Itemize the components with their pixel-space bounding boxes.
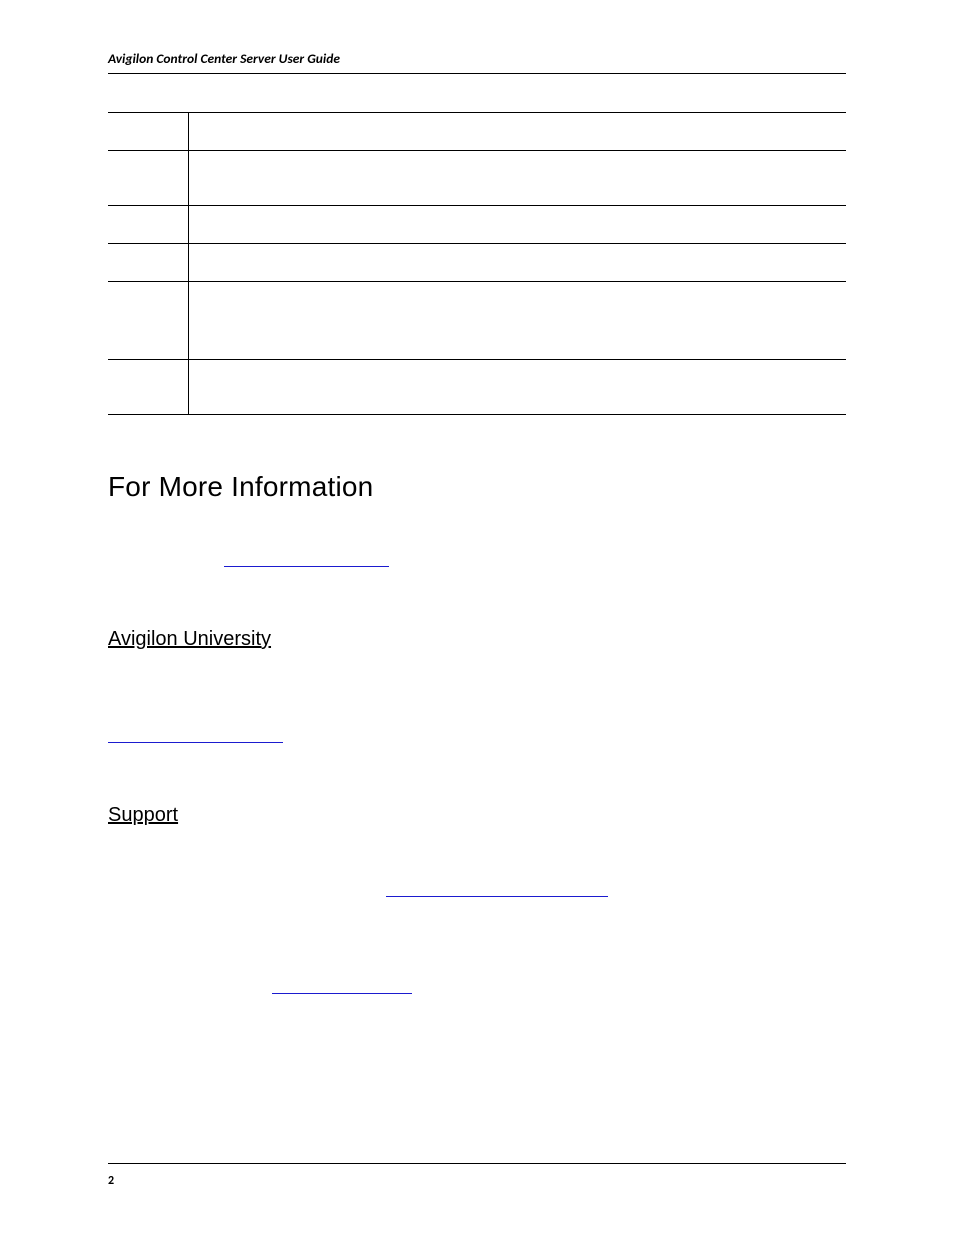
support-center-link[interactable] [272,993,412,994]
table-row [108,244,846,282]
feature-name-cell [188,282,516,360]
link-row [108,883,846,902]
table-row [108,151,846,206]
feature-desc-cell [516,244,846,282]
partner-portal-link[interactable] [108,742,283,743]
icon-cell [108,113,188,151]
feature-name-cell [188,360,516,415]
feature-desc-cell [516,282,846,360]
feature-desc-cell [516,206,846,244]
table-row [108,360,846,415]
feature-name-cell [188,244,516,282]
icon-cell [108,206,188,244]
table-row [108,206,846,244]
table-row [108,282,846,360]
page-number: 2 [108,1174,114,1188]
heading-avigilon-university: Avigilon University [108,628,846,651]
feature-desc-cell [516,113,846,151]
feature-name-cell [188,206,516,244]
support-contact-link[interactable] [386,896,608,897]
heading-support: Support [108,804,846,827]
feature-table [108,112,846,415]
icon-cell [108,282,188,360]
heading-for-more-information: For More Information [108,471,846,503]
feature-name-cell [188,151,516,206]
avigilon-link[interactable] [224,566,389,567]
running-header: Avigilon Control Center Server User Guid… [108,50,846,74]
feature-desc-cell [516,151,846,206]
link-row [108,729,846,748]
icon-cell [108,360,188,415]
feature-desc-cell [516,360,846,415]
table-row [108,113,846,151]
link-row [108,553,846,572]
icon-cell [108,151,188,206]
feature-name-cell [188,113,516,151]
page: Avigilon Control Center Server User Guid… [0,0,954,1235]
link-row [108,980,846,999]
icon-cell [108,244,188,282]
page-footer: 2 [108,1163,846,1189]
